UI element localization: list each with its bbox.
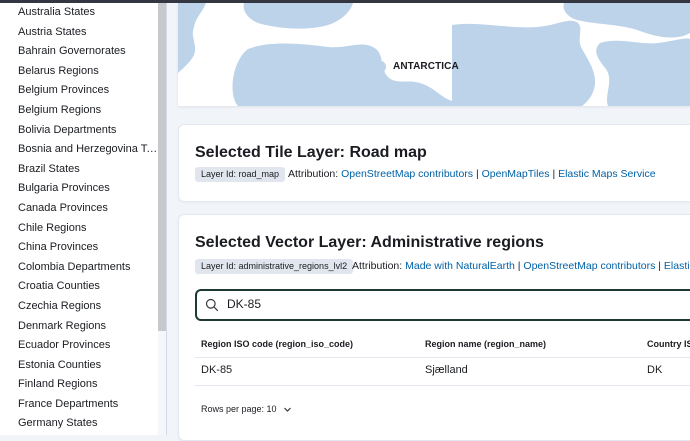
sidebar-item[interactable]: Denmark Regions	[0, 317, 158, 337]
vector-layer-list: Australia States Austria States Bahrain …	[0, 3, 166, 434]
vector-layer-id-badge: Layer Id: administrative_regions_lvl2	[195, 259, 354, 274]
table-divider	[195, 357, 690, 358]
link-openstreetmap[interactable]: OpenStreetMap contributors	[523, 260, 655, 272]
separator: |	[658, 260, 661, 272]
map-preview[interactable]: ANTARCTICA	[178, 3, 690, 106]
cell-region-name: Sjælland	[425, 364, 468, 376]
sidebar-item[interactable]: Brazil States	[0, 160, 158, 180]
sidebar-scrollbar[interactable]	[158, 3, 166, 435]
sidebar-item[interactable]: Czechia Regions	[0, 297, 158, 317]
link-openstreetmap[interactable]: OpenStreetMap contributors	[341, 168, 473, 180]
sidebar-item[interactable]: China Provinces	[0, 238, 158, 258]
sidebar-item[interactable]: Canada Provinces	[0, 199, 158, 219]
sidebar-item[interactable]: Finland Regions	[0, 375, 158, 395]
rows-per-page-label: Rows per page: 10	[201, 404, 277, 414]
sidebar-item[interactable]: Bolivia Departments	[0, 121, 158, 141]
sidebar-item[interactable]: Bulgaria Provinces	[0, 179, 158, 199]
link-elastic-maps-service[interactable]: Elastic Maps Service	[558, 168, 655, 180]
tile-layer-panel: Selected Tile Layer: Road map Layer Id: …	[178, 124, 690, 202]
cell-country-iso: DK	[647, 364, 663, 376]
column-header-country-iso[interactable]: Country ISO	[647, 339, 690, 349]
vector-layer-panel: Selected Vector Layer: Administrative re…	[178, 214, 690, 441]
sidebar-item[interactable]: Bahrain Governorates	[0, 42, 158, 62]
chevron-down-icon	[284, 407, 291, 412]
sidebar-item[interactable]: Colombia Departments	[0, 258, 158, 278]
sidebar-item[interactable]: Germany States	[0, 414, 158, 434]
separator: |	[475, 168, 479, 180]
tile-layer-title: Selected Tile Layer: Road map	[195, 144, 427, 161]
column-header-region-name[interactable]: Region name (region_name)	[425, 339, 546, 349]
sidebar-item[interactable]: Croatia Counties	[0, 277, 158, 297]
attribution-label: Attribution:	[352, 260, 403, 272]
sidebar-item[interactable]: Belgium Regions	[0, 101, 158, 121]
separator: |	[552, 168, 556, 180]
search-input[interactable]: DK-85	[227, 297, 261, 311]
sidebar-item[interactable]: Estonia Counties	[0, 356, 158, 376]
sidebar-item[interactable]: Bosnia and Herzegovina Terr...	[0, 140, 158, 160]
vector-layer-title: Selected Vector Layer: Administrative re…	[195, 234, 544, 251]
sidebar-item[interactable]: Australia States	[0, 3, 158, 23]
sidebar-item[interactable]: France Departments	[0, 395, 158, 415]
tile-layer-id-badge: Layer Id: road_map	[195, 167, 286, 182]
search-field[interactable]: DK-85	[195, 289, 690, 321]
map-land	[178, 3, 690, 106]
separator: |	[517, 260, 521, 272]
link-naturalearth[interactable]: Made with NaturalEarth	[405, 260, 515, 272]
tile-layer-attribution: Attribution: OpenStreetMap contributors …	[288, 168, 656, 180]
cell-region-iso: DK-85	[201, 364, 233, 376]
sidebar-item[interactable]: Belarus Regions	[0, 62, 158, 82]
table-divider	[195, 385, 690, 386]
sidebar-item[interactable]: Ecuador Provinces	[0, 336, 158, 356]
sidebar-item[interactable]: Belgium Provinces	[0, 81, 158, 101]
sidebar-item[interactable]: Chile Regions	[0, 219, 158, 239]
search-icon	[205, 298, 219, 312]
vector-layer-attribution: Attribution: Made with NaturalEarth | Op…	[352, 260, 690, 272]
link-openmaptiles[interactable]: OpenMapTiles	[482, 168, 550, 180]
sidebar: Australia States Austria States Bahrain …	[0, 3, 167, 435]
link-elastic-maps[interactable]: Elastic Ma	[664, 260, 690, 272]
map-label-antarctica: ANTARCTICA	[393, 61, 459, 72]
sidebar-item[interactable]: Austria States	[0, 23, 158, 43]
attribution-label: Attribution:	[288, 168, 339, 180]
sidebar-scrollbar-thumb[interactable]	[158, 3, 166, 331]
rows-per-page-button[interactable]: Rows per page: 10	[201, 404, 292, 414]
column-header-region-iso[interactable]: Region ISO code (region_iso_code)	[201, 339, 353, 349]
